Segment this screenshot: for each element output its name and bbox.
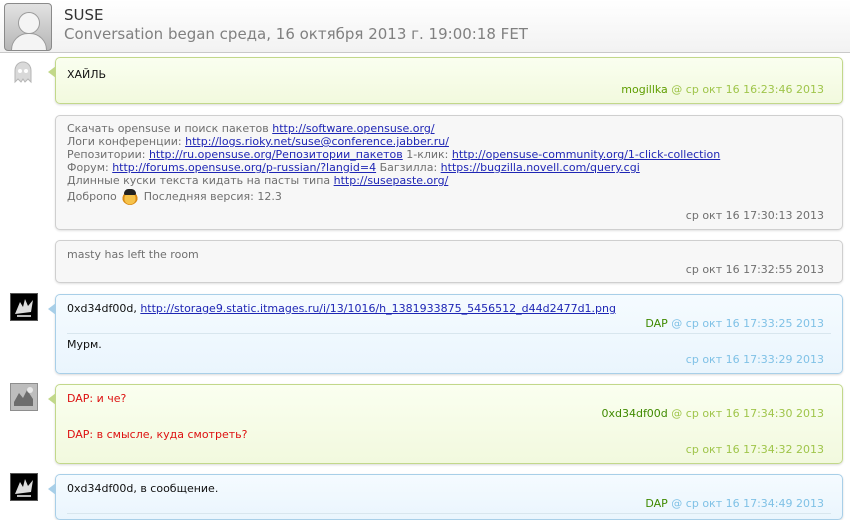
contact-name: SUSE [64, 6, 104, 24]
topic-link[interactable]: http://logs.rioky.net/suse@conference.ja… [185, 135, 449, 148]
topic-line: Репозитории: http://ru.opensuse.org/Репо… [67, 148, 721, 161]
topic-link[interactable]: http://susepaste.org/ [334, 174, 449, 187]
topic-link[interactable]: https://bugzilla.novell.com/query.cgi [441, 161, 640, 174]
message-time: ср окт 16 17:34:49 2013 [685, 497, 824, 510]
at-sign: @ [671, 497, 683, 510]
message-time: ср окт 16 17:30:13 2013 [685, 209, 824, 222]
conversation-header: SUSE Conversation began среда, 16 октябр… [0, 0, 850, 53]
message-time: ср окт 16 17:33:29 2013 [685, 353, 824, 366]
topic-line: Форум: http://forums.opensuse.org/p-russ… [67, 161, 640, 174]
topic-message: Скачать opensuse и поиск пакетов http://… [55, 115, 843, 230]
smiley-icon [122, 189, 139, 205]
at-sign: @ [671, 317, 683, 330]
message-meta: DAP @ ср окт 16 17:34:49 2013 [645, 497, 824, 510]
avatar [10, 60, 36, 86]
sender-nick[interactable]: 0xd34df00d [601, 407, 667, 420]
avatar [10, 473, 38, 501]
sender-nick[interactable]: mogillka [621, 83, 668, 96]
conversation-start: Conversation began среда, 16 октября 201… [64, 25, 528, 43]
avatar [10, 293, 38, 321]
message-bubble: ХАЙЛЬ mogillka @ ср окт 16 16:23:46 2013 [48, 57, 843, 104]
topic-link[interactable]: http://forums.opensuse.org/p-russian/?la… [112, 161, 376, 174]
message-meta: DAP @ ср окт 16 17:33:25 2013 [645, 317, 824, 330]
topic-link[interactable]: http://opensuse-community.org/1-click-co… [452, 148, 720, 161]
message-bubble: 0xd34df00d, http://storage9.static.itmag… [48, 294, 843, 374]
topic-line: Длинные куски текста кидать на пасты тип… [67, 174, 449, 187]
message-meta: mogillka @ ср окт 16 16:23:46 2013 [621, 83, 824, 96]
message-text: 0xd34df00d, в сообщение. [67, 482, 219, 495]
message-link[interactable]: http://storage9.static.itmages.ru/i/13/1… [140, 302, 616, 315]
status-message: masty has left the room ср окт 16 17:32:… [55, 240, 843, 283]
message-text: ХАЙЛЬ [67, 68, 107, 81]
topic-link[interactable]: http://software.opensuse.org/ [272, 122, 434, 135]
contact-avatar [4, 3, 52, 51]
topic-line: Скачать opensuse и поиск пакетов http://… [67, 122, 435, 135]
message-time: ср окт 16 16:23:46 2013 [685, 83, 824, 96]
message-time: ср окт 16 17:33:25 2013 [685, 317, 824, 330]
at-sign: @ [671, 407, 683, 420]
sender-nick[interactable]: DAP [645, 317, 667, 330]
message-text: Мурм. [67, 338, 102, 351]
avatar [10, 383, 38, 411]
message-time: ср окт 16 17:34:30 2013 [685, 407, 824, 420]
message-bubble: DAP: и че? 0xd34df00d @ ср окт 16 17:34:… [48, 384, 843, 464]
message-text: DAP: и че? [67, 392, 127, 405]
topic-line: Добропо Последняя версия: 12.3 [67, 189, 282, 205]
message-meta: 0xd34df00d @ ср окт 16 17:34:30 2013 [601, 407, 824, 420]
message-bubble: 0xd34df00d, в сообщение. DAP @ ср окт 16… [48, 474, 843, 520]
message-text: DAP: в смысле, куда смотреть? [67, 428, 248, 441]
message-text: 0xd34df00d, http://storage9.static.itmag… [67, 302, 616, 315]
at-sign: @ [671, 83, 683, 96]
topic-link[interactable]: http://ru.opensuse.org/Репозитории_пакет… [149, 148, 403, 161]
status-text: masty has left the room [67, 248, 199, 261]
sender-nick[interactable]: DAP [645, 497, 667, 510]
message-time: ср окт 16 17:32:55 2013 [685, 263, 824, 276]
topic-line: Логи конференции: http://logs.rioky.net/… [67, 135, 449, 148]
message-time: ср окт 16 17:34:32 2013 [685, 443, 824, 456]
